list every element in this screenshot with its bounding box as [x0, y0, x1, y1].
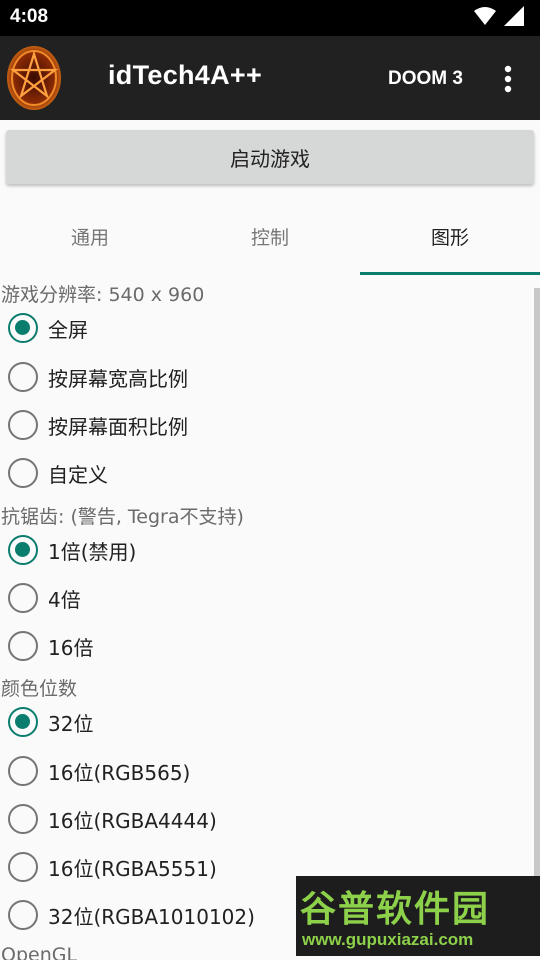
- radio-label: 32位(RGBA1010102): [48, 904, 255, 929]
- radio-label: 按屏幕宽高比例: [48, 366, 188, 391]
- radio-area-ratio[interactable]: 按屏幕面积比例: [8, 403, 188, 447]
- antialias-title: 抗锯齿: (警告, Tegra不支持): [1, 506, 244, 528]
- radio-color-rgba5551[interactable]: 16位(RGBA5551): [8, 845, 217, 889]
- tab-indicator: [360, 272, 540, 275]
- radio-fullscreen[interactable]: 全屏: [8, 306, 88, 350]
- tab-graphics[interactable]: 图形: [360, 196, 540, 276]
- radio-color-rgba1010102[interactable]: 32位(RGBA1010102): [8, 893, 255, 937]
- more-vert-icon[interactable]: [496, 64, 520, 94]
- radio-aa-1x[interactable]: 1倍(禁用): [8, 528, 136, 572]
- radio-label: 16位(RGBA5551): [48, 856, 217, 881]
- radio-button[interactable]: [8, 362, 38, 392]
- scrollbar[interactable]: [534, 288, 540, 904]
- radio-aa-4x[interactable]: 4倍: [8, 576, 81, 620]
- app-title: idTech4A++: [108, 60, 263, 90]
- radio-button[interactable]: [8, 458, 38, 488]
- radio-custom[interactable]: 自定义: [8, 451, 108, 495]
- radio-color-rgb565[interactable]: 16位(RGB565): [8, 749, 190, 793]
- start-game-button[interactable]: 启动游戏: [6, 130, 534, 184]
- radio-color-rgba4444[interactable]: 16位(RGBA4444): [8, 797, 217, 841]
- radio-aspect-ratio[interactable]: 按屏幕宽高比例: [8, 355, 188, 399]
- radio-label: 16位(RGBA4444): [48, 808, 217, 833]
- watermark-logo: 谷普软件园 www.gupuxiazai.com: [296, 876, 540, 956]
- pentagram-logo: [7, 46, 61, 110]
- radio-button[interactable]: [8, 852, 38, 882]
- radio-label: 自定义: [48, 462, 108, 487]
- radio-button[interactable]: [8, 804, 38, 834]
- radio-aa-16x[interactable]: 16倍: [8, 624, 93, 668]
- tab-bar: 通用 控制 图形: [0, 196, 540, 276]
- radio-label: 全屏: [48, 317, 88, 342]
- radio-button[interactable]: [8, 583, 38, 613]
- radio-label: 32位: [48, 711, 94, 736]
- radio-button[interactable]: [8, 535, 38, 565]
- game-selector[interactable]: DOOM 3: [388, 68, 463, 90]
- radio-button[interactable]: [8, 631, 38, 661]
- radio-label: 4倍: [48, 587, 81, 612]
- radio-color-32[interactable]: 32位: [8, 700, 93, 744]
- tab-controls[interactable]: 控制: [180, 196, 360, 276]
- watermark-url: www.gupuxiazai.com: [302, 930, 474, 949]
- radio-button[interactable]: [8, 900, 38, 930]
- status-time: 4:08: [10, 6, 49, 27]
- app-bar: idTech4A++ DOOM 3: [0, 36, 540, 120]
- graphics-settings: 游戏分辨率: 540 x 960 全屏 按屏幕宽高比例 按屏幕面积比例 自定义 …: [0, 276, 540, 960]
- radio-label: 按屏幕面积比例: [48, 414, 188, 439]
- radio-button[interactable]: [8, 410, 38, 440]
- resolution-title: 游戏分辨率: 540 x 960: [1, 284, 205, 306]
- radio-button[interactable]: [8, 313, 38, 343]
- watermark-brand: 谷普软件园: [300, 889, 491, 930]
- wifi-icon: [474, 7, 496, 25]
- radio-button[interactable]: [8, 707, 38, 737]
- color-depth-title: 颜色位数: [1, 678, 78, 700]
- cell-signal-icon: [504, 6, 524, 26]
- radio-label: 1倍(禁用): [48, 539, 137, 564]
- status-bar: 4:08: [0, 0, 540, 36]
- opengl-title: OpenGL: [1, 944, 78, 960]
- radio-button[interactable]: [8, 756, 38, 786]
- tab-general[interactable]: 通用: [0, 196, 180, 276]
- radio-label: 16位(RGB565): [48, 760, 191, 785]
- radio-label: 16倍: [48, 635, 94, 660]
